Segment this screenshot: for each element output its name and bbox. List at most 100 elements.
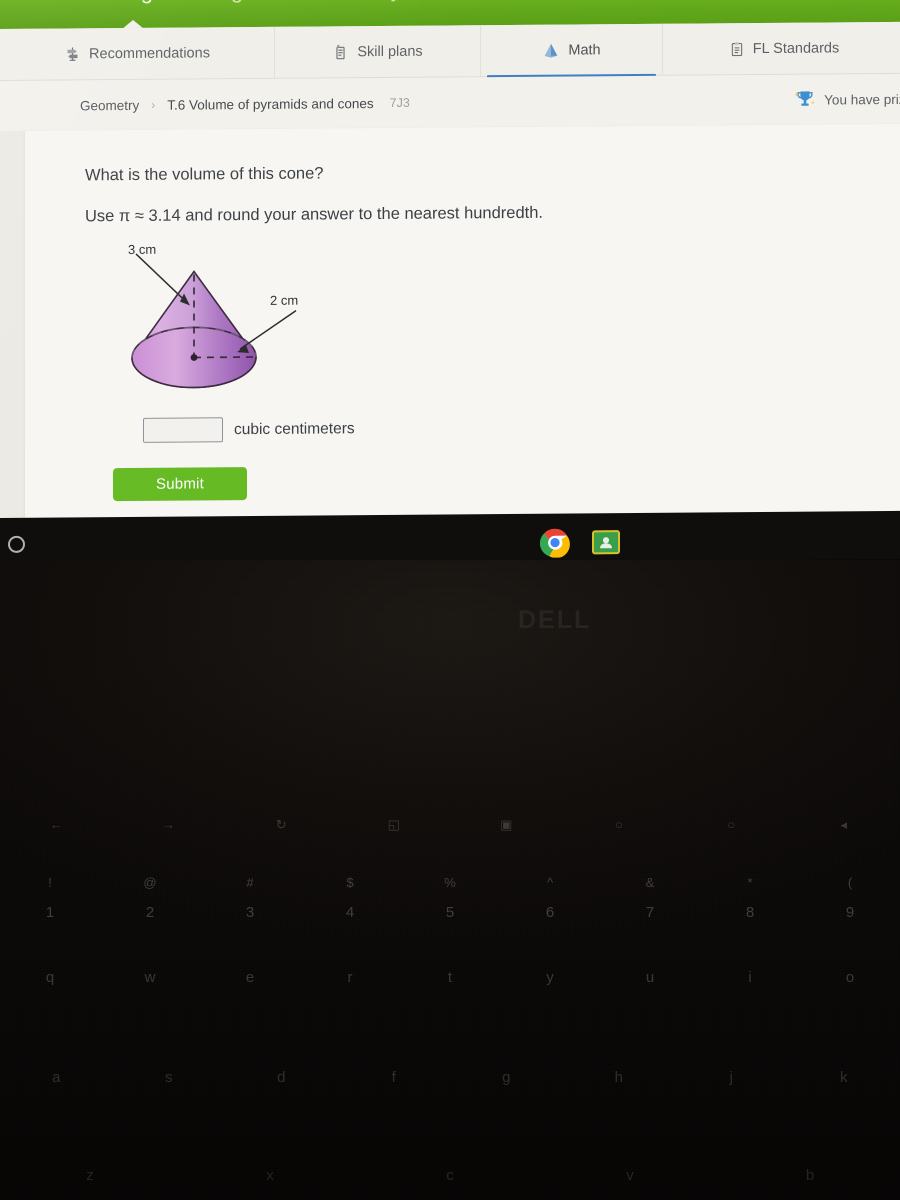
browser-page: Learning Diagnostic Analytics [0,0,900,522]
key-c[interactable]: c [360,1168,540,1184]
key-forward[interactable]: → [113,818,226,832]
key-z[interactable]: z [0,1168,180,1184]
submit-button[interactable]: Submit [113,467,247,502]
key-r[interactable]: r [300,970,400,986]
key-b[interactable]: b [720,1168,900,1184]
keyboard-qwerty-row: q w e r t y u i o [0,970,900,986]
key-g[interactable]: g [450,1070,563,1086]
key-y[interactable]: y [500,970,600,986]
chrome-icon[interactable] [539,528,570,559]
answer-unit-label: cubic centimeters [234,419,355,438]
key-4-base: 4 [345,904,355,922]
cone-height-label: 3 cm [128,241,157,257]
pyramid-icon [542,42,560,59]
key-w[interactable]: w [100,970,200,986]
clipboard-icon [729,40,745,58]
key-9[interactable]: ( 9 [800,860,900,937]
signpost-icon [64,45,81,62]
key-s[interactable]: s [113,1070,226,1086]
nav-tab-label: FL Standards [752,39,840,57]
keyboard-bottom-row: z x c v b [0,1168,900,1184]
cone-figure: 3 cm 2 cm [110,240,410,407]
nav-tab-fl-standards[interactable]: FL Standards [663,21,900,75]
trophy-icon [793,89,817,111]
key-3-base: 3 [245,904,255,922]
key-7-shift: & [645,874,655,890]
key-x[interactable]: x [180,1168,360,1184]
key-t[interactable]: t [400,970,500,986]
chromeos-shelf [0,510,900,566]
key-v[interactable]: v [540,1168,720,1184]
green-tab-analytics[interactable]: Analytics [346,0,436,3]
key-8-base: 8 [745,904,755,922]
breadcrumb-skill: T.6 Volume of pyramids and cones [167,95,374,113]
nav-tab-recommendations[interactable]: Recommendations [0,26,275,81]
nav-tab-label: Skill plans [357,43,423,60]
key-2-base: 2 [145,904,155,922]
keyboard-number-row: ! 1 @ 2 # 3 $ 4 % 5 ^ 6 & 7 * 8 (9 [0,860,900,937]
key-u[interactable]: u [600,970,700,986]
green-tab-diagnostic[interactable]: Diagnostic [197,0,302,4]
green-tab-learning[interactable]: Learning [66,0,153,5]
prize-notice[interactable]: You have prize [793,88,900,111]
key-3[interactable]: # 3 [200,860,300,937]
key-mute[interactable]: ◂ [788,818,900,832]
nav-tab-math[interactable]: Math [481,23,663,77]
keyboard: ← → ↻ ◱ ▣ ○ ○ ◂ ! 1 @ 2 # 3 $ 4 % 5 ^ 6 … [0,560,900,1200]
laptop-deck: DELL ← → ↻ ◱ ▣ ○ ○ ◂ ! 1 @ 2 # 3 $ 4 % 5… [0,560,900,1200]
answer-input[interactable] [143,417,223,443]
key-7-base: 7 [645,904,655,922]
nav-tab-label: Recommendations [89,44,210,62]
key-3-shift: # [246,874,254,890]
key-2[interactable]: @ 2 [100,860,200,937]
key-6-shift: ^ [546,874,554,890]
key-q[interactable]: q [0,970,100,986]
cone-svg [131,253,297,389]
key-o[interactable]: o [800,970,900,986]
key-1-base: 1 [45,904,55,922]
key-6[interactable]: ^ 6 [500,860,600,937]
key-1[interactable]: ! 1 [0,860,100,937]
key-d[interactable]: d [225,1070,338,1086]
key-8[interactable]: * 8 [700,860,800,937]
key-a[interactable]: a [0,1070,113,1086]
key-1-shift: ! [48,874,52,890]
breadcrumb: Geometry › T.6 Volume of pyramids and co… [80,95,410,113]
cone-radius-label: 2 cm [270,292,299,308]
keyboard-home-row: a s d f g h j k [0,1070,900,1086]
keyboard-function-row: ← → ↻ ◱ ▣ ○ ○ ◂ [0,818,900,832]
key-h[interactable]: h [563,1070,676,1086]
google-classroom-icon[interactable] [592,527,622,557]
breadcrumb-subject[interactable]: Geometry [80,97,139,112]
launcher-circle-icon[interactable] [8,535,25,553]
skill-plan-icon [332,43,349,61]
prize-label: You have prize [824,91,900,108]
key-9-shift: ( [847,874,853,890]
key-f[interactable]: f [338,1070,451,1086]
key-5-base: 5 [445,904,455,922]
nav-tab-label: Math [568,41,601,59]
key-brightness-down[interactable]: ○ [563,818,676,832]
key-i[interactable]: i [700,970,800,986]
laptop-screen: Learning Diagnostic Analytics [0,0,900,522]
key-back[interactable]: ← [0,818,113,832]
key-5[interactable]: % 5 [400,860,500,937]
key-e[interactable]: e [200,970,300,986]
secondary-nav: Recommendations Skill plans Math FL Stan… [0,21,900,82]
key-4-shift: $ [346,874,354,890]
key-6-base: 6 [545,904,555,922]
key-brightness-up[interactable]: ○ [675,818,788,832]
key-reload[interactable]: ↻ [225,818,338,832]
nav-tab-skill-plans[interactable]: Skill plans [275,24,481,79]
key-4[interactable]: $ 4 [300,860,400,937]
chevron-right-icon: › [151,97,156,112]
answer-row: cubic centimeters [143,416,355,443]
key-k[interactable]: k [788,1070,900,1086]
key-j[interactable]: j [675,1070,788,1086]
key-fullscreen[interactable]: ◱ [338,818,451,832]
key-7[interactable]: & 7 [600,860,700,937]
question-text-line2: Use π ≈ 3.14 and round your answer to th… [85,203,543,226]
key-overview[interactable]: ▣ [450,818,563,832]
key-2-shift: @ [143,874,157,890]
question-text-line1: What is the volume of this cone? [85,164,324,185]
